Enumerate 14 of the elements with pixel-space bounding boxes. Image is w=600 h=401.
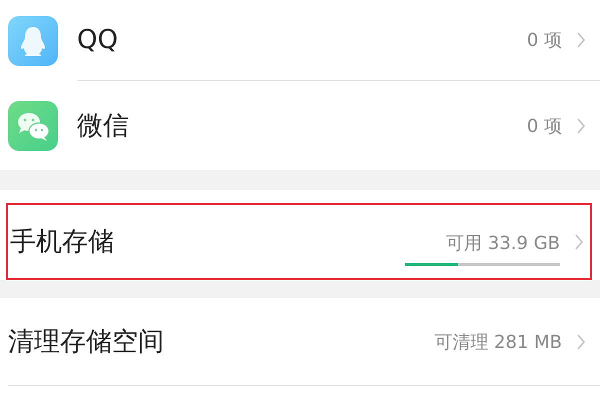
chevron-right-icon[interactable] bbox=[576, 116, 586, 134]
app-name: 微信 bbox=[77, 110, 130, 143]
available-space: 可用 33.9 GB bbox=[446, 232, 560, 255]
storage-title: 手机存储 bbox=[10, 226, 115, 259]
chevron-right-icon[interactable] bbox=[574, 232, 584, 250]
penguin-app-icon bbox=[8, 16, 58, 66]
cleanup-title: 清理存储空间 bbox=[8, 326, 165, 359]
chevron-right-icon[interactable] bbox=[576, 332, 586, 350]
chat-bubbles-app-icon bbox=[8, 100, 58, 150]
app-name: QQ bbox=[77, 25, 119, 55]
item-count: 0 项 bbox=[526, 29, 562, 52]
item-count: 0 项 bbox=[526, 114, 562, 138]
chevron-right-icon[interactable] bbox=[576, 31, 586, 49]
cleanable-space: 可清理 281 MB bbox=[434, 330, 562, 354]
